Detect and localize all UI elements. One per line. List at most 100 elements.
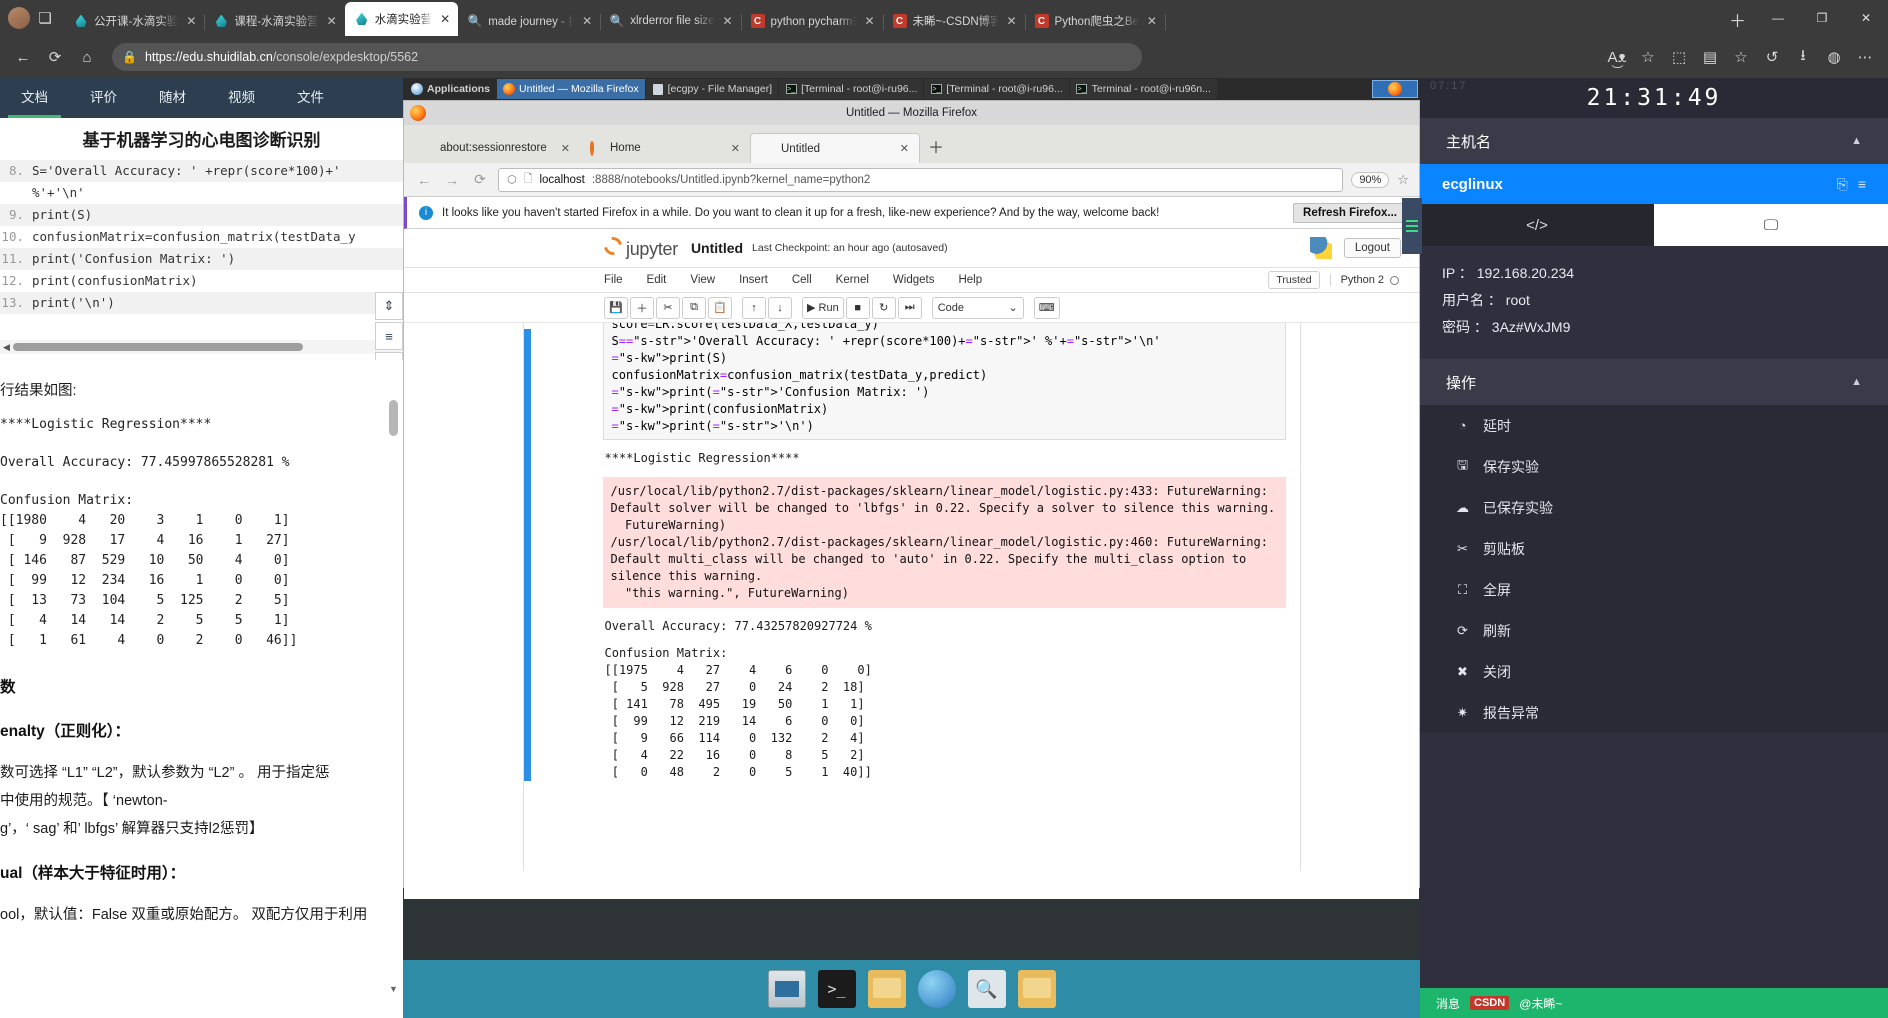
cell-source[interactable]: score=LR.score(testData_X,testData_y) S=… xyxy=(602,323,1286,440)
scroll-left-icon[interactable]: ◀ xyxy=(0,342,13,353)
run-button[interactable]: ▶ Run xyxy=(802,296,844,319)
refresh-firefox-button[interactable]: Refresh Firefox... xyxy=(1293,202,1407,223)
insert-cell-button[interactable]: ＋ xyxy=(630,296,654,319)
file-manager-icon[interactable] xyxy=(1017,970,1056,1008)
hostname-section-header[interactable]: 主机名 ▲ xyxy=(1420,118,1888,164)
firefox-tab[interactable]: Untitled ✕ xyxy=(750,133,920,163)
browser-tab[interactable]: C 未睎~-CSDN博客 ✕ xyxy=(883,6,1026,36)
hostname-row[interactable]: ecglinux ⎘ ≡ xyxy=(1420,164,1888,204)
close-tab-icon[interactable]: ✕ xyxy=(580,14,594,28)
notebook-name[interactable]: Untitled xyxy=(691,240,743,256)
menu-view[interactable]: View xyxy=(690,274,715,286)
desktop-tab[interactable]: 🖵 xyxy=(1654,204,1888,246)
save-button[interactable]: 💾 xyxy=(604,296,628,319)
browser-tab[interactable]: Cpython pycharm去 ✕ xyxy=(741,6,884,36)
sidebar-op-刷新[interactable]: ⟳ 刷新 xyxy=(1420,610,1888,651)
logout-button[interactable]: Logout xyxy=(1343,238,1401,258)
restart-kernel-button[interactable]: ↻ xyxy=(871,296,896,319)
menu-edit[interactable]: Edit xyxy=(647,274,667,286)
browser-tab[interactable]: 水滴实验营 ✕ xyxy=(344,2,459,36)
firefox-address-bar[interactable]: ⬡ 🗋 localhost:8888/notebooks/Untitled.ip… xyxy=(498,167,1344,192)
remote-desktop[interactable]: Applications Untitled — Mozilla Firefox [e… xyxy=(403,78,1420,1018)
footer-message-label[interactable]: 消息 xyxy=(1436,995,1460,1012)
split-screen-icon[interactable]: ▤ xyxy=(1695,42,1725,72)
taskbar-window-button[interactable]: >_ Terminal - root@i-ru96n... xyxy=(1069,79,1217,99)
code-tab[interactable]: </> xyxy=(1420,204,1654,246)
reload-icon[interactable]: ⟳ xyxy=(40,42,70,72)
browser-tab[interactable]: C Python爬虫之Be ✕ xyxy=(1025,6,1166,36)
scrollbar-thumb[interactable] xyxy=(389,400,398,436)
read-aloud-icon[interactable]: A͜ᴥ xyxy=(1602,42,1632,72)
taskbar-window-button[interactable]: >_ [Terminal - root@i-ru96... xyxy=(779,79,924,99)
browser-tab[interactable]: 🔍 made journey - 搜 ✕ xyxy=(458,6,602,36)
close-tab-icon[interactable]: ✕ xyxy=(561,142,570,155)
chevron-up-icon[interactable]: ▲ xyxy=(1851,135,1862,147)
favorite-icon[interactable]: ☆ xyxy=(1633,42,1663,72)
copy-icon[interactable]: ⎘ xyxy=(1837,176,1848,193)
menu-file[interactable]: File xyxy=(604,274,623,286)
menu-cell[interactable]: Cell xyxy=(792,274,812,286)
course-tab-item[interactable]: 随材 xyxy=(138,78,207,118)
close-tab-icon[interactable]: ✕ xyxy=(900,142,909,155)
menu-widgets[interactable]: Widgets xyxy=(893,274,935,286)
downloads-icon[interactable]: ⭳ xyxy=(1788,42,1818,72)
new-tab-button[interactable]: ＋ xyxy=(920,134,952,163)
course-tab-item[interactable]: 评价 xyxy=(69,78,138,118)
firefox-tab[interactable]: about:sessionrestore ✕ xyxy=(410,133,580,163)
close-button[interactable]: ✕ xyxy=(1844,2,1888,34)
course-tab-active[interactable]: 文档 xyxy=(0,78,69,118)
favorites-bar-icon[interactable]: ☆ xyxy=(1726,42,1756,72)
taskbar-window-button[interactable]: [ecgpy - File Manager] xyxy=(645,79,779,99)
new-tab-button[interactable]: ＋ xyxy=(1719,7,1756,36)
menu-icon[interactable]: ≡ xyxy=(1858,176,1866,192)
cell-type-select[interactable]: Code ⌄ xyxy=(931,296,1024,319)
jupyter-logo[interactable]: jupyter xyxy=(600,232,678,260)
close-tab-icon[interactable]: ✕ xyxy=(1005,14,1019,28)
home-icon[interactable]: ⌂ xyxy=(72,42,102,72)
settings-more-icon[interactable]: ⋯ xyxy=(1850,42,1880,72)
extensions-icon[interactable]: ◍ xyxy=(1819,42,1849,72)
collections-icon[interactable]: ⬚ xyxy=(1664,42,1694,72)
folder-icon[interactable] xyxy=(867,970,906,1008)
close-tab-icon[interactable]: ✕ xyxy=(184,14,198,28)
interrupt-kernel-button[interactable]: ■ xyxy=(845,296,870,319)
search-icon[interactable]: 🔍 xyxy=(967,970,1006,1008)
sidebar-op-延时[interactable]: ◔ 延时 xyxy=(1420,405,1888,446)
close-tab-icon[interactable]: ✕ xyxy=(721,14,735,28)
reload-icon[interactable]: ⟳ xyxy=(470,171,490,188)
menu-insert[interactable]: Insert xyxy=(739,274,768,286)
cut-cell-button[interactable]: ✂ xyxy=(656,296,680,319)
move-cell-down-button[interactable]: ↓ xyxy=(768,296,792,319)
tab-collections-icon[interactable]: ❏ xyxy=(30,3,60,33)
notebook-cell[interactable]: score=LR.score(testData_X,testData_y) S=… xyxy=(523,323,1300,781)
zoom-level[interactable]: 90% xyxy=(1351,171,1390,188)
menu-kernel[interactable]: Kernel xyxy=(836,274,869,286)
sidebar-op-报告异常[interactable]: ✷ 报告异常 xyxy=(1420,692,1888,733)
command-palette-button[interactable]: ⌨ xyxy=(1033,296,1060,319)
close-tab-icon[interactable]: ✕ xyxy=(438,12,452,26)
sidebar-op-全屏[interactable]: ⛶ 全屏 xyxy=(1420,569,1888,610)
close-tab-icon[interactable]: ✕ xyxy=(731,142,740,155)
browser-tab[interactable]: 课程-水滴实验营 ✕ xyxy=(204,6,346,36)
sidebar-drag-handle[interactable] xyxy=(1402,198,1422,254)
browser-tab[interactable]: 公开课-水滴实验 ✕ xyxy=(64,6,206,36)
move-cell-up-button[interactable]: ↑ xyxy=(742,296,766,319)
page-scrollbar[interactable]: ▼ xyxy=(388,388,399,998)
trusted-badge[interactable]: Trusted xyxy=(1268,271,1320,289)
menu-help[interactable]: Help xyxy=(958,274,982,286)
sidebar-op-保存实验[interactable]: 🖫 保存实验 xyxy=(1420,446,1888,487)
forward-icon[interactable]: → xyxy=(442,172,462,188)
globe-icon[interactable] xyxy=(917,970,956,1008)
terminal-icon[interactable]: >_ xyxy=(817,970,856,1008)
paste-cell-button[interactable]: 📋 xyxy=(708,296,732,319)
applications-menu[interactable]: Applications xyxy=(405,79,496,99)
sidebar-op-剪贴板[interactable]: ✂ 剪贴板 xyxy=(1420,528,1888,569)
display-icon[interactable] xyxy=(767,970,806,1008)
copy-cell-button[interactable]: ⧉ xyxy=(682,296,706,319)
course-tab-item[interactable]: 视频 xyxy=(207,78,276,118)
history-icon[interactable]: ↺ xyxy=(1757,42,1787,72)
sidebar-op-已保存实验[interactable]: ☁ 已保存实验 xyxy=(1420,487,1888,528)
close-tab-icon[interactable]: ✕ xyxy=(863,14,877,28)
minimize-button[interactable]: — xyxy=(1756,2,1800,34)
scroll-down-icon[interactable]: ▼ xyxy=(388,984,399,998)
